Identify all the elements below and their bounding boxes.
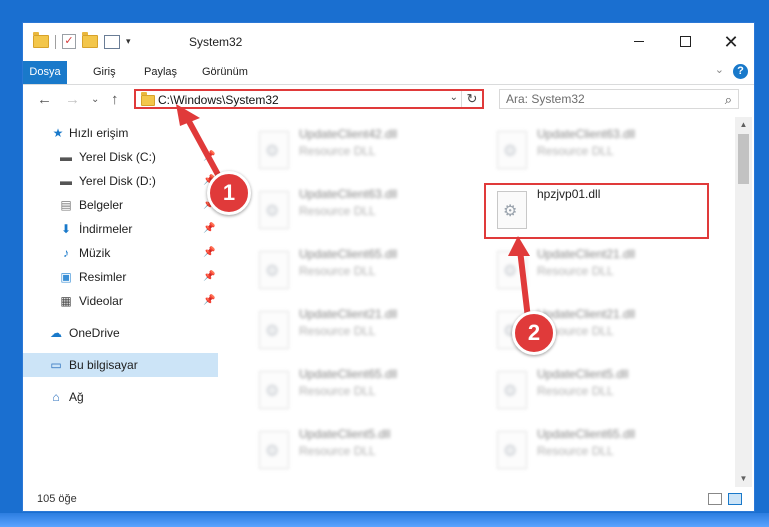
callout-badge-1: 1 xyxy=(207,171,251,215)
arrow-2-head xyxy=(508,236,530,256)
callout-badge-2: 2 xyxy=(512,311,556,355)
arrow-1 xyxy=(183,113,225,185)
arrow-2 xyxy=(517,247,531,321)
arrow-1-head xyxy=(176,104,200,126)
callout-arrows xyxy=(176,104,531,321)
